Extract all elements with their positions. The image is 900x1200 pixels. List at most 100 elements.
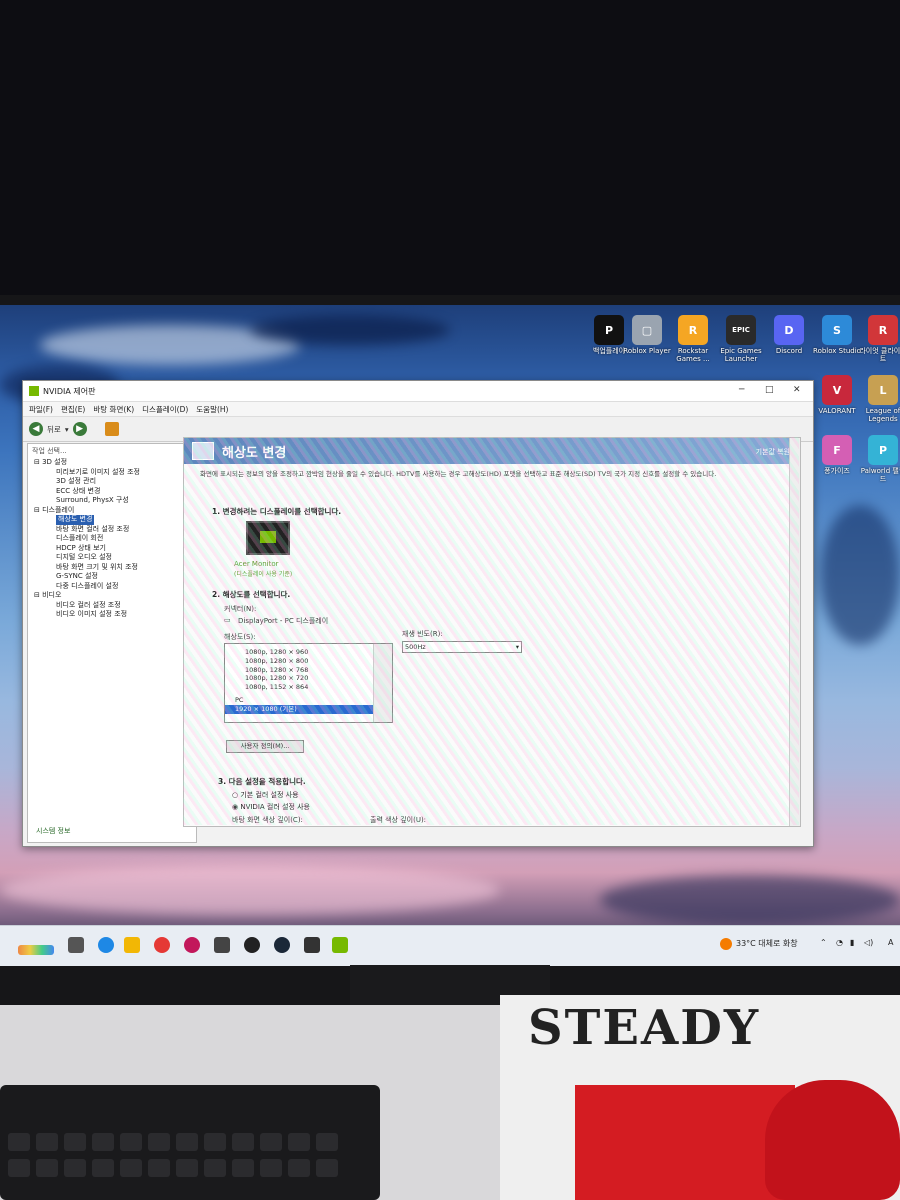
menu-display[interactable]: 디스플레이(D) <box>142 404 188 415</box>
desktop-icon[interactable]: R 라이엇 클라이언트 <box>858 315 900 363</box>
resolution-option[interactable]: 1080p, 1280 × 960 <box>235 648 392 657</box>
pc-group-label: PC <box>235 695 244 704</box>
desktop-icon[interactable]: ▢ Roblox Player <box>622 315 672 355</box>
tree-item[interactable]: 디스플레이 회전 <box>28 534 196 544</box>
browser-icon[interactable] <box>184 937 200 953</box>
default-color-radio[interactable]: ○ 기본 컬러 설정 사용 <box>232 790 299 800</box>
close-icon[interactable]: ✕ <box>793 385 801 395</box>
microphone-icon[interactable]: ▮ <box>850 938 854 947</box>
desktop-icon[interactable]: L League of Legends <box>858 375 900 423</box>
menu-desktop[interactable]: 바탕 화면(K) <box>93 404 134 415</box>
desktop-icon[interactable]: EPIC Epic Games Launcher <box>716 315 766 363</box>
maximize-icon[interactable]: □ <box>765 385 774 395</box>
section-select-resolution: 2. 해상도를 선택합니다. <box>212 590 291 599</box>
resolution-option[interactable]: 1080p, 1280 × 768 <box>235 666 392 675</box>
minimize-icon[interactable]: ─ <box>739 385 744 395</box>
app-icon: F <box>822 435 852 465</box>
back-label[interactable]: 뒤로 <box>47 424 61 435</box>
desktop-icon[interactable]: R Rockstar Games ... <box>668 315 718 363</box>
tree-category[interactable]: ⊟ 3D 설정 <box>28 458 196 468</box>
desktop-icon-label: 라이엇 클라이언트 <box>859 347 900 363</box>
weather-icon[interactable] <box>720 938 732 950</box>
tree-item[interactable]: 비디오 컬러 설정 조정 <box>28 601 196 611</box>
tree-item[interactable]: 비디오 이미지 설정 조정 <box>28 610 196 620</box>
output-depth-label: 출력 색상 깊이(U): <box>370 816 427 824</box>
tree-item[interactable]: 미리보기로 이미지 설정 조정 <box>28 468 196 478</box>
weather-text[interactable]: 33°C 대체로 화창 <box>736 938 798 949</box>
desktop-icon-label: VALORANT <box>818 407 856 415</box>
tree-item[interactable]: 디지털 오디오 설정 <box>28 553 196 563</box>
desktop-icon[interactable]: D Discord <box>764 315 814 355</box>
resolution-option[interactable]: 1080p, 1280 × 800 <box>235 657 392 666</box>
resolution-option[interactable]: 1080p, 1152 × 864 <box>235 683 392 692</box>
desktop-icon[interactable]: S Roblox Studio <box>812 315 862 355</box>
widgets-icon[interactable] <box>18 945 54 955</box>
tree-item[interactable]: G-SYNC 설정 <box>28 572 196 582</box>
tree-category[interactable]: ⊟ 비디오 <box>28 591 196 601</box>
window-titlebar[interactable]: NVIDIA 제어판 <box>23 381 813 402</box>
chevron-down-icon[interactable]: ▾ <box>65 425 69 434</box>
home-icon[interactable] <box>104 422 119 436</box>
restore-defaults-link[interactable]: 기본값 복원 <box>756 447 790 457</box>
tree-item[interactable]: Surround, PhysX 구성 <box>28 496 196 506</box>
display-name[interactable]: Acer Monitor <box>234 560 279 568</box>
nvidia-logo-icon <box>29 386 39 396</box>
chrome-icon[interactable] <box>154 937 170 953</box>
tree-item[interactable]: 바탕 화면 크기 및 위치 조정 <box>28 563 196 573</box>
nvidia-taskbar-icon[interactable] <box>244 937 260 953</box>
resolution-option-selected[interactable]: 1920 × 1080 (기본) <box>225 704 374 714</box>
section-apply-settings: 3. 다음 설정을 적용합니다. <box>218 777 306 786</box>
desktop-icon[interactable]: V VALORANT <box>812 375 862 415</box>
system-info-link[interactable]: 시스템 정보 <box>36 826 70 836</box>
game-icon[interactable] <box>304 937 320 953</box>
tree-item[interactable]: 3D 설정 관리 <box>28 477 196 487</box>
tree-item[interactable]: ECC 상태 변경 <box>28 487 196 497</box>
desktop-icon[interactable]: P Palworld 팰월드 <box>858 435 900 483</box>
desktop-icon-label: League of Legends <box>865 407 900 423</box>
tree-item[interactable]: 다중 디스플레이 설정 <box>28 582 196 592</box>
app-icon[interactable] <box>214 937 230 953</box>
edge-icon[interactable] <box>98 937 114 953</box>
resolution-listbox[interactable]: 1080p, 1280 × 960 1080p, 1280 × 800 1080p,… <box>224 643 393 723</box>
customize-button[interactable]: 사용자 정의(M)... <box>226 740 304 753</box>
tree-item[interactable]: 바탕 화면 컬러 설정 조정 <box>28 525 196 535</box>
back-arrow-icon[interactable]: ◀ <box>29 422 43 436</box>
app-icon: ▢ <box>632 315 662 345</box>
task-tree-header: 작업 선택... <box>32 447 67 455</box>
menu-file[interactable]: 파일(F) <box>29 404 53 415</box>
desktop-icon[interactable]: F 퐁가이즈 <box>812 435 862 475</box>
language-indicator[interactable]: A <box>888 938 893 947</box>
app-icon: L <box>868 375 898 405</box>
nvidia-color-radio[interactable]: ◉ NVIDIA 컬러 설정 사용 <box>232 802 310 812</box>
refresh-rate-label: 재생 빈도(R): <box>402 630 443 638</box>
task-view-icon[interactable] <box>68 937 84 953</box>
tree-category[interactable]: ⊟ 디스플레이 <box>28 506 196 516</box>
wifi-icon[interactable]: ◔ <box>836 938 843 947</box>
file-explorer-icon[interactable] <box>124 937 140 953</box>
nvidia-control-panel-taskbar-icon[interactable] <box>332 937 348 953</box>
steam-icon[interactable] <box>274 937 290 953</box>
page-description: 화면에 표시되는 정보의 양을 조정하고 깜박임 현상을 줄일 수 있습니다. … <box>200 470 717 478</box>
content-scrollbar[interactable] <box>789 438 800 826</box>
refresh-rate-value: 500Hz <box>405 643 426 651</box>
connector-icon: ▭ <box>224 616 231 624</box>
app-icon: R <box>868 315 898 345</box>
tree-item[interactable]: 해상도 변경 <box>28 515 196 525</box>
app-icon: P <box>594 315 624 345</box>
keyboard <box>0 1085 380 1200</box>
tray-chevron-icon[interactable]: ⌃ <box>820 938 827 947</box>
desktop-icon-label: Roblox Player <box>623 347 671 355</box>
section-select-display: 1. 변경하려는 디스플레이를 선택합니다. <box>212 507 342 516</box>
desktop-icon-label: Roblox Studio <box>813 347 861 355</box>
refresh-rate-dropdown[interactable]: 500Hz ▾ <box>402 641 522 653</box>
speaker-icon[interactable]: ◁) <box>864 938 873 947</box>
listbox-scrollbar[interactable] <box>373 644 392 722</box>
resolution-option[interactable]: 1080p, 1280 × 720 <box>235 674 392 683</box>
monitor-icon[interactable] <box>246 521 290 555</box>
page-banner: 해상도 변경 <box>184 438 800 464</box>
menu-help[interactable]: 도움말(H) <box>196 404 228 415</box>
tree-item[interactable]: HDCP 상태 보기 <box>28 544 196 554</box>
forward-arrow-icon[interactable]: ▶ <box>72 422 87 436</box>
menu-edit[interactable]: 편집(E) <box>61 404 85 415</box>
tree-item-selected[interactable]: 해상도 변경 <box>56 515 95 525</box>
